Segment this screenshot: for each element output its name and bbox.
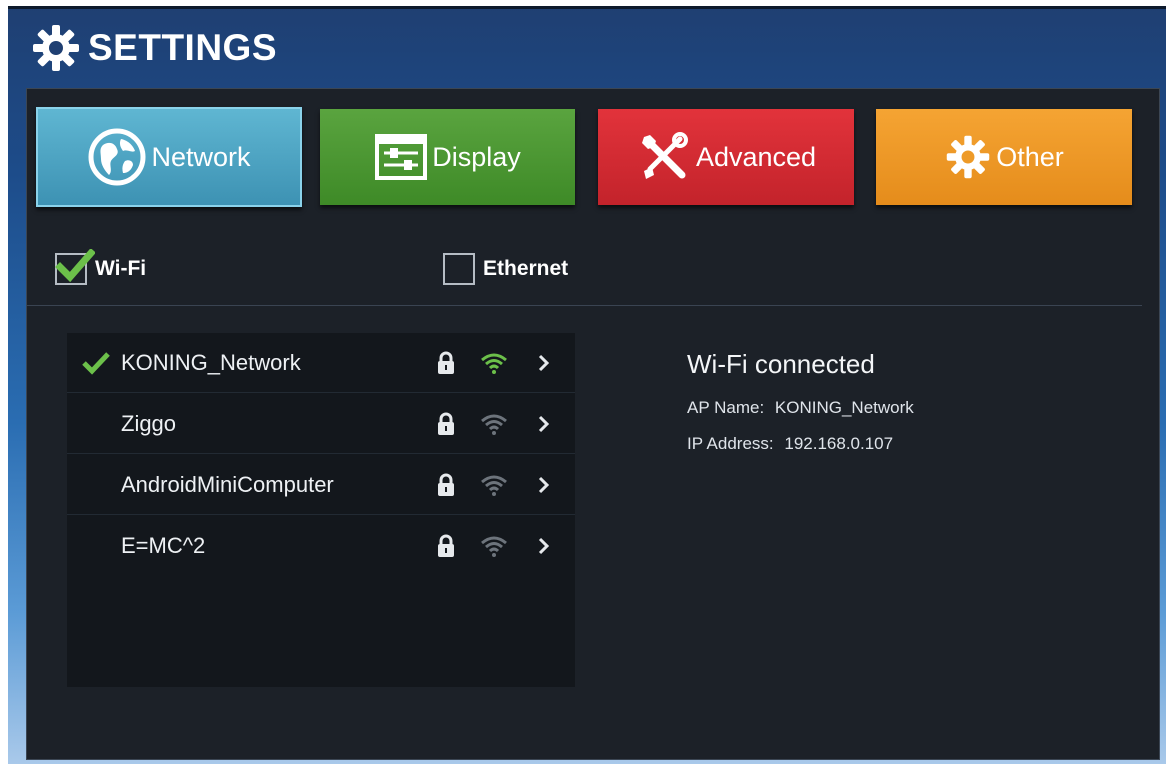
display-sliders-icon	[375, 134, 428, 180]
wifi-signal-icon	[481, 353, 507, 374]
lock-icon	[438, 412, 454, 435]
lock-icon	[438, 473, 454, 496]
checkmark-icon	[55, 249, 95, 283]
wifi-signal-icon	[481, 536, 507, 557]
tab-network-label: Network	[151, 141, 251, 172]
ip-address-value: 192.168.0.107	[784, 434, 894, 453]
wifi-label: Wi-Fi	[95, 257, 147, 280]
tab-display[interactable]: Display	[320, 109, 575, 205]
ethernet-checkbox[interactable]	[443, 253, 475, 285]
connected-check-icon	[82, 352, 110, 375]
row-separator	[67, 514, 575, 515]
wifi-signal-icon	[481, 414, 507, 435]
status-title: Wi-Fi connected	[687, 349, 875, 379]
chevron-right-icon	[538, 415, 550, 433]
tab-advanced[interactable]: Advanced	[598, 109, 854, 205]
network-list: KONING_Network Ziggo AndroidMiniComputer…	[67, 333, 575, 687]
chevron-right-icon	[538, 354, 550, 372]
chevron-right-icon	[538, 537, 550, 555]
gear-icon	[947, 135, 990, 179]
list-item[interactable]: Ziggo	[67, 394, 575, 454]
settings-panel: Network Display Advanced Other Wi-Fi Eth…	[26, 88, 1160, 760]
list-item[interactable]: KONING_Network	[67, 333, 575, 393]
ap-name-row: AP Name: KONING_Network	[687, 398, 914, 418]
ap-name-label: AP Name:	[687, 398, 765, 417]
network-name: KONING_Network	[121, 350, 301, 375]
wifi-signal-icon	[481, 475, 507, 496]
page-title: SETTINGS	[88, 27, 278, 68]
globe-icon	[88, 128, 146, 186]
divider	[27, 305, 1142, 306]
tab-network[interactable]: Network	[36, 107, 302, 207]
ap-name-value: KONING_Network	[774, 398, 914, 417]
ip-address-label: IP Address:	[687, 434, 774, 453]
network-name: AndroidMiniComputer	[121, 472, 334, 497]
row-separator	[67, 392, 575, 393]
row-separator	[67, 453, 575, 454]
network-name: Ziggo	[121, 411, 177, 436]
list-item[interactable]: E=MC^2	[67, 516, 575, 576]
tools-icon	[641, 132, 688, 179]
wifi-toggle[interactable]: Wi-Fi	[55, 249, 147, 285]
wifi-checkbox[interactable]	[55, 249, 95, 285]
gear-icon	[33, 25, 79, 71]
settings-window: SETTINGS Network Display Advanced Other …	[8, 6, 1166, 764]
chevron-right-icon	[538, 476, 550, 494]
tab-display-label: Display	[432, 141, 521, 172]
lock-icon	[438, 534, 454, 557]
tab-other-label: Other	[996, 141, 1064, 172]
network-name: E=MC^2	[121, 533, 206, 558]
list-item[interactable]: AndroidMiniComputer	[67, 455, 575, 515]
top-strip	[8, 6, 1166, 9]
connection-status: Wi-Fi connected AP Name: KONING_Network …	[687, 349, 914, 454]
lock-icon	[438, 351, 454, 374]
ethernet-toggle[interactable]: Ethernet	[443, 253, 568, 285]
ethernet-label: Ethernet	[483, 257, 569, 280]
tab-advanced-label: Advanced	[695, 141, 817, 172]
header: SETTINGS	[30, 20, 277, 76]
ip-address-row: IP Address: 192.168.0.107	[687, 434, 914, 454]
tab-other[interactable]: Other	[876, 109, 1132, 205]
